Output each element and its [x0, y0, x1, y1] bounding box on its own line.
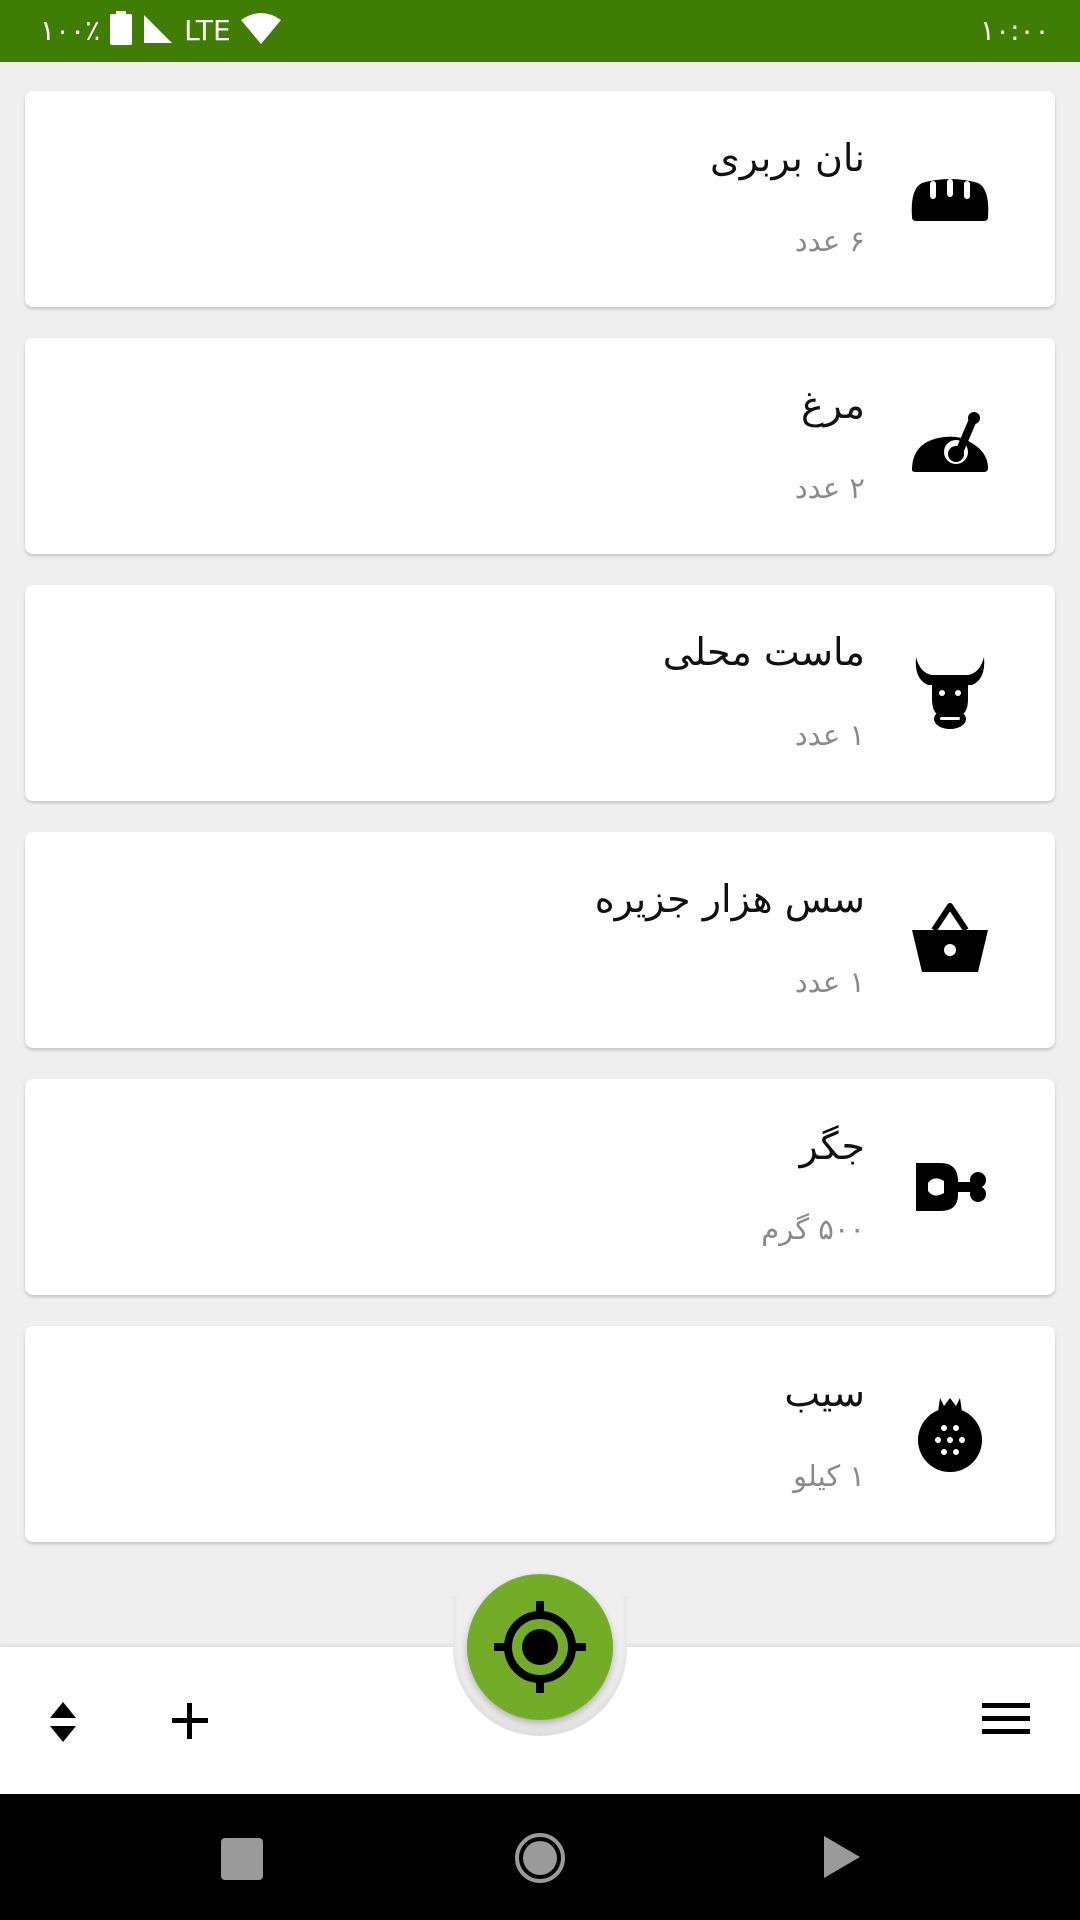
item-quantity: ۱ کیلو [793, 1459, 865, 1493]
locate-icon [494, 1601, 586, 1693]
battery-icon [110, 11, 133, 49]
back-icon[interactable] [822, 1834, 862, 1884]
item-title: سیب [784, 1371, 865, 1415]
menu-icon[interactable] [982, 1701, 1030, 1741]
home-icon[interactable] [514, 1832, 566, 1888]
list-item[interactable]: مرغ ۲ عدد [25, 338, 1055, 554]
item-title: ماست محلی [662, 630, 865, 674]
signal-icon [142, 13, 174, 47]
list-item[interactable]: سیب ۱ کیلو [25, 1326, 1055, 1542]
item-title: نان بربری [710, 136, 865, 180]
item-quantity: ۶ عدد [794, 224, 865, 258]
status-bar: ۱۰۰٪ LTE ۱۰:۰۰ [0, 0, 1080, 62]
meat-icon [910, 1147, 990, 1227]
network-type: LTE [184, 13, 231, 47]
status-icons: ۱۰۰٪ LTE [40, 10, 281, 50]
item-quantity: ۱ عدد [794, 718, 865, 752]
item-title: سس هزار جزیره [594, 877, 865, 921]
item-title: مرغ [801, 383, 865, 427]
cow-icon [910, 653, 990, 733]
recents-icon[interactable] [221, 1838, 263, 1884]
shopping-list: نان بربری ۶ عدد مرغ ۲ عدد ماست محلی ۱ عد… [25, 91, 1055, 1573]
list-item[interactable]: ماست محلی ۱ عدد [25, 585, 1055, 801]
system-nav-bar [0, 1794, 1080, 1920]
clock: ۱۰:۰۰ [980, 14, 1050, 47]
battery-percentage: ۱۰۰٪ [40, 13, 101, 47]
list-item[interactable]: سس هزار جزیره ۱ عدد [25, 832, 1055, 1048]
item-title: جگر [799, 1124, 865, 1168]
list-item[interactable]: جگر ۵۰۰ گرم [25, 1079, 1055, 1295]
bread-icon [910, 159, 990, 239]
item-quantity: ۲ عدد [794, 471, 865, 505]
item-quantity: ۵۰۰ گرم [761, 1212, 865, 1246]
wifi-icon [240, 12, 281, 48]
item-quantity: ۱ عدد [794, 965, 865, 999]
fruit-icon [910, 1394, 990, 1474]
chicken-icon [910, 406, 990, 486]
sort-icon[interactable] [46, 1700, 80, 1748]
list-item[interactable]: نان بربری ۶ عدد [25, 91, 1055, 307]
add-icon[interactable] [170, 1701, 210, 1745]
locate-button[interactable] [467, 1574, 613, 1720]
basket-icon [910, 900, 990, 980]
